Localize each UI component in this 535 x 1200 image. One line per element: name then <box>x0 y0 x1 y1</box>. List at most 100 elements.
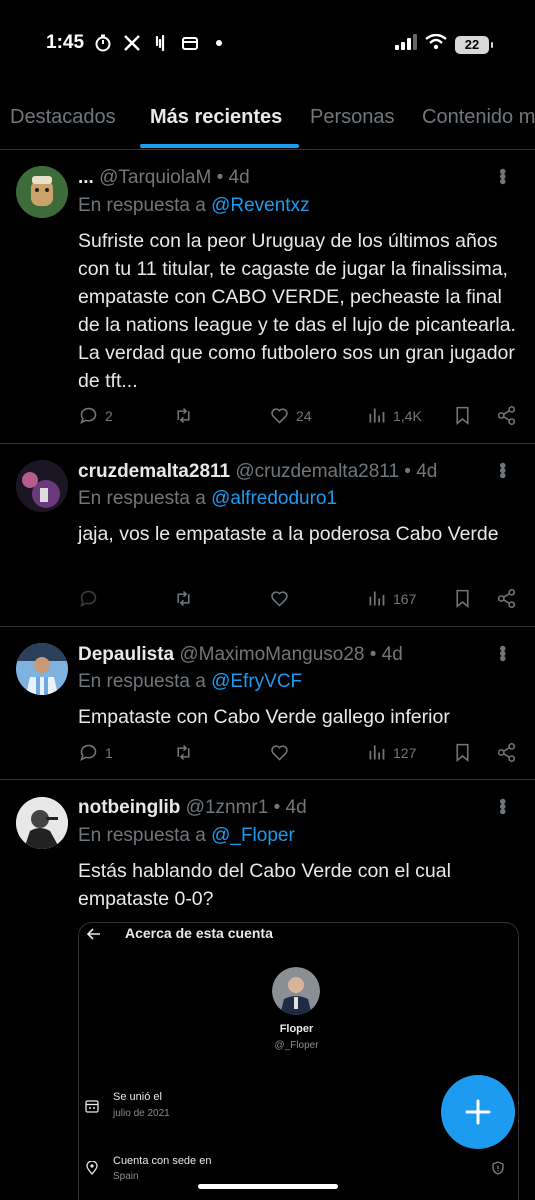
embed-title: Acerca de esta cuenta <box>125 925 273 941</box>
reply-context: En respuesta a @Reventxz <box>78 195 310 217</box>
tweet-text: jaja, vos le empataste a la poderosa Cab… <box>78 523 499 545</box>
tweet-header: notbeinglib @1znmr1 • 4d <box>78 797 307 819</box>
battery-indicator: 22 <box>455 35 493 54</box>
embed-name: Floper <box>279 1023 314 1035</box>
reply-icon <box>80 744 97 762</box>
like-count: 24 <box>296 407 312 424</box>
like-button[interactable] <box>269 742 296 763</box>
views-count: 1,4K <box>393 407 422 424</box>
avatar[interactable] <box>16 643 68 695</box>
embed-handle: @_Floper <box>274 1040 319 1051</box>
based-label: Cuenta con sede en <box>113 1155 212 1167</box>
reply-icon <box>80 407 97 425</box>
retweet-button[interactable] <box>173 405 200 426</box>
tweet[interactable]: Depaulista @MaximoManguso28 • 4d ••• En … <box>0 627 535 780</box>
bookmark-button[interactable] <box>452 742 473 763</box>
shield-icon <box>492 1161 504 1175</box>
reply-mention[interactable]: @Reventxz <box>211 195 310 216</box>
reply-mention[interactable]: @EfryVCF <box>211 671 302 692</box>
tweet-header: Depaulista @MaximoManguso28 • 4d <box>78 644 403 666</box>
share-button[interactable] <box>496 405 517 426</box>
reply-prefix: En respuesta a <box>78 671 206 692</box>
joined-value: julio de 2021 <box>113 1108 170 1119</box>
views-count: 167 <box>393 590 417 607</box>
dot-icon <box>209 33 229 53</box>
share-button[interactable] <box>496 742 517 763</box>
status-bar: 1:45 22 <box>0 0 535 90</box>
retweet-button[interactable] <box>173 742 200 763</box>
like-button[interactable]: 24 <box>269 405 312 426</box>
reply-prefix: En respuesta a <box>78 195 206 216</box>
avatar[interactable] <box>16 460 68 512</box>
like-button[interactable] <box>269 588 296 609</box>
location-icon <box>86 1161 98 1175</box>
reply-button[interactable]: 2 <box>78 405 113 426</box>
share-icon <box>497 588 516 609</box>
tweet-actions: 1 127 <box>78 742 518 768</box>
user-handle[interactable]: @TarquiolaM <box>99 167 211 188</box>
tweet[interactable]: cruzdemalta2811 @cruzdemalta2811 • 4d ••… <box>0 444 535 627</box>
status-time: 1:45 <box>46 32 85 53</box>
heart-icon <box>271 745 288 761</box>
user-handle[interactable]: @MaximoManguso28 <box>179 644 364 665</box>
active-tab-indicator <box>140 144 299 148</box>
status-system-icons: 22 <box>395 33 493 55</box>
signal-icon <box>395 34 417 55</box>
tab-contenido-multimedia[interactable]: Contenido multimedia <box>422 106 535 129</box>
views-button[interactable]: 167 <box>366 588 416 609</box>
display-name[interactable]: Depaulista <box>78 644 174 665</box>
tweet-image[interactable]: Acerca de esta cuenta Floper @_Floper Se… <box>78 922 519 1200</box>
reply-mention[interactable]: @alfredoduro1 <box>211 488 337 509</box>
user-handle[interactable]: @1znmr1 <box>186 797 269 818</box>
tab-personas[interactable]: Personas <box>310 106 395 129</box>
tweet-text: Empataste con Cabo Verde gallego inferio… <box>78 706 450 728</box>
more-options-icon[interactable]: ••• <box>490 798 513 813</box>
heart-icon <box>271 591 288 607</box>
bookmark-button[interactable] <box>452 405 473 426</box>
joined-label: Se unió el <box>113 1091 162 1103</box>
more-options-icon[interactable]: ••• <box>490 168 513 183</box>
avatar[interactable] <box>16 797 68 849</box>
bookmark-icon <box>456 743 469 763</box>
reply-prefix: En respuesta a <box>78 825 206 846</box>
reply-mention[interactable]: @_Floper <box>211 825 295 846</box>
reply-icon <box>80 590 97 608</box>
reply-context: En respuesta a @_Floper <box>78 825 295 847</box>
more-options-icon[interactable]: ••• <box>490 645 513 660</box>
compose-button[interactable] <box>441 1075 515 1149</box>
home-indicator[interactable] <box>198 1184 338 1189</box>
views-button[interactable]: 1,4K <box>366 405 422 426</box>
reply-button[interactable]: 1 <box>78 742 113 763</box>
tweet-time: • 4d <box>216 167 250 188</box>
retweet-icon <box>177 407 190 424</box>
reply-count: 1 <box>105 744 113 761</box>
calendar-icon <box>85 1100 99 1113</box>
tab-mas-recientes[interactable]: Más recientes <box>150 106 282 129</box>
more-options-icon[interactable]: ••• <box>490 462 513 477</box>
embed-avatar <box>272 967 320 1015</box>
tweet-text: Sufriste con la peor Uruguay de los últi… <box>78 230 516 392</box>
tab-destacados[interactable]: Destacados <box>10 106 116 129</box>
reply-button[interactable] <box>78 588 105 609</box>
tweet[interactable]: ... @TarquiolaM • 4d ••• En respuesta a … <box>0 150 535 444</box>
search-tabs: Destacados Más recientes Personas Conten… <box>0 98 535 150</box>
retweet-button[interactable] <box>173 588 200 609</box>
bookmark-button[interactable] <box>452 588 473 609</box>
share-icon <box>497 405 516 426</box>
display-name[interactable]: ... <box>78 167 94 188</box>
views-icon <box>369 408 385 423</box>
share-button[interactable] <box>496 588 517 609</box>
reply-prefix: En respuesta a <box>78 488 206 509</box>
avatar[interactable] <box>16 166 68 218</box>
tweet-header: cruzdemalta2811 @cruzdemalta2811 • 4d <box>78 461 437 483</box>
tweet-time: • 4d <box>369 644 403 665</box>
back-arrow-icon <box>86 927 101 945</box>
user-handle[interactable]: @cruzdemalta2811 <box>235 461 399 482</box>
share-icon <box>497 742 516 763</box>
reply-count: 2 <box>105 407 113 424</box>
timer-icon <box>93 33 113 53</box>
views-button[interactable]: 127 <box>366 742 416 763</box>
display-name[interactable]: cruzdemalta2811 <box>78 461 230 482</box>
tweet-actions: 167 <box>78 588 518 614</box>
display-name[interactable]: notbeinglib <box>78 797 180 818</box>
